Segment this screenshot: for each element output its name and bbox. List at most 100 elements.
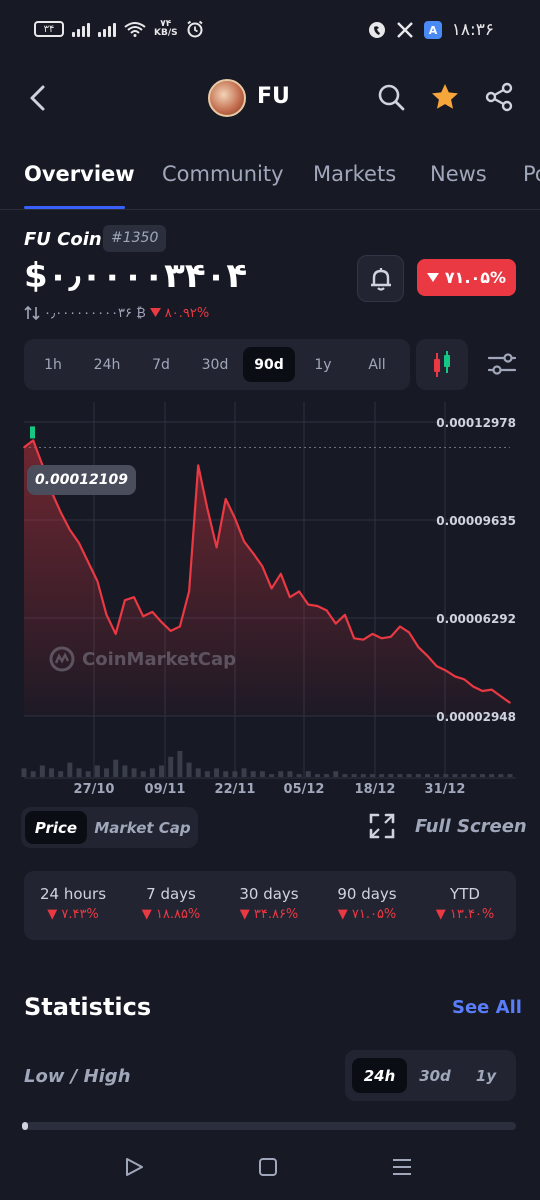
star-icon[interactable] [430, 82, 460, 112]
range-1h[interactable]: 1h [27, 347, 79, 382]
price-chart[interactable]: 0.00012978 0.00009635 0.00006292 0.00002948… [0, 400, 540, 800]
volume-bar [122, 765, 128, 777]
signal-icon-2 [98, 21, 116, 37]
volume-bar [452, 774, 458, 777]
price-point [105, 614, 108, 616]
full-screen-icon[interactable] [369, 813, 395, 839]
volume-bar [489, 774, 495, 777]
volume-bar [195, 768, 201, 777]
price-point [380, 637, 383, 640]
btc-change: ۸۰.۹۲% [164, 305, 210, 321]
full-screen-button[interactable]: Full Screen [415, 816, 527, 837]
price-point [179, 625, 181, 628]
price-point [463, 678, 465, 681]
volume-bar [232, 771, 238, 777]
y-tick-label: 0.00002948 [436, 710, 516, 724]
swap-icon[interactable] [24, 305, 40, 321]
range-30d[interactable]: 30d [189, 347, 241, 382]
rank-badge: #1350 [103, 225, 167, 252]
back-triangle-icon[interactable] [123, 1156, 145, 1178]
price-point [435, 665, 438, 667]
tab-overview[interactable]: Overview [24, 162, 135, 186]
tab-community[interactable]: Community [162, 162, 284, 186]
market-cap-mode-button[interactable]: Market Cap [91, 811, 194, 844]
price-point [509, 701, 511, 704]
price-point [69, 529, 71, 531]
btc-price-row: ۰٫۰۰۰۰۰۰۰۰۰۳۶ ₿ ۸۰.۹۲% [24, 305, 209, 321]
volume-bar [159, 765, 165, 777]
volume-bar [397, 774, 403, 777]
perf-7d: 7 days ▼ ۱۸.۸۵% [141, 885, 201, 922]
price-point [234, 517, 236, 519]
svg-text:A: A [428, 24, 437, 37]
candlestick-toggle-button[interactable] [416, 339, 468, 390]
x-icon [396, 22, 413, 38]
back-icon[interactable] [26, 84, 50, 112]
btc-price: ۰٫۰۰۰۰۰۰۰۰۰۳۶ ₿ [44, 306, 146, 321]
price-point [417, 646, 420, 648]
period-24h[interactable]: 24h [352, 1058, 407, 1093]
volume-bar [186, 762, 192, 777]
volume-bar [507, 774, 513, 777]
coin-symbol: FU [257, 84, 290, 109]
range-90d[interactable]: 90d [243, 347, 295, 382]
tab-portfolio[interactable]: Po [523, 162, 540, 186]
tab-news[interactable]: News [430, 162, 487, 186]
volume-bar [94, 765, 100, 777]
status-bar: ۳۴ ۷۴ KB/S A ۱۸:۳۶ [0, 0, 540, 60]
volume-bar [424, 774, 430, 777]
price-point [206, 507, 209, 510]
range-all[interactable]: All [351, 347, 403, 382]
volume-bar [406, 774, 412, 777]
sim-indicator: ۳۴ [34, 21, 64, 37]
price-point [362, 638, 365, 641]
start-price-label: 0.00012109 [27, 465, 136, 495]
period-1y[interactable]: 1y [463, 1058, 509, 1093]
price-point [78, 542, 80, 544]
price-mode-button[interactable]: Price [25, 811, 87, 844]
net-speed: ۷۴ KB/S [154, 19, 178, 38]
price-value: $۰٫۰۰۰۰۳۴۰۴ [24, 256, 248, 296]
price-alert-button[interactable] [357, 255, 404, 302]
recents-icon[interactable] [391, 1156, 413, 1178]
range-1y[interactable]: 1y [297, 347, 349, 382]
chart-settings-icon[interactable] [486, 348, 518, 380]
period-30d[interactable]: 30d [409, 1058, 461, 1093]
low-high-period-selector: 24h 30d 1y [345, 1050, 516, 1101]
see-all-link[interactable]: See All [452, 997, 522, 1018]
volume-bar [113, 759, 119, 777]
price-point [371, 633, 374, 635]
price-point [114, 633, 117, 635]
price-point [445, 669, 447, 672]
volume-bar [324, 774, 330, 777]
volume-bar [214, 768, 220, 777]
volume-bar [342, 774, 348, 777]
tab-markets[interactable]: Markets [313, 162, 396, 186]
volume-bar [333, 771, 339, 777]
volume-bar [104, 768, 110, 777]
y-tick-label: 0.00009635 [436, 514, 516, 528]
time-range-selector: 1h 24h 7d 30d 90d 1y All [24, 339, 410, 390]
x-tick-label: 31/12 [425, 782, 466, 797]
volume-bar [278, 771, 284, 777]
volume-bar [305, 771, 311, 777]
low-high-marker [22, 1122, 28, 1130]
down-triangle-icon [426, 273, 439, 282]
search-icon[interactable] [376, 82, 406, 112]
volume-bar [498, 774, 504, 777]
home-square-icon[interactable] [257, 1156, 279, 1178]
range-7d[interactable]: 7d [135, 347, 187, 382]
volume-bar [49, 768, 55, 777]
price-point [353, 637, 355, 640]
price-point [124, 599, 126, 601]
range-24h[interactable]: 24h [81, 347, 133, 382]
share-icon[interactable] [484, 82, 514, 112]
perf-ytd: YTD ▼ ۱۳.۴۰% [435, 885, 495, 922]
volume-bar [314, 774, 320, 777]
volume-bar [360, 774, 366, 777]
low-high-label: Low / High [24, 1066, 131, 1087]
down-triangle-icon: ▼ [239, 907, 254, 922]
volume-bar [415, 774, 421, 777]
perf-90d: 90 days ▼ ۷۱.۰۵% [337, 885, 397, 922]
price-point [252, 552, 255, 555]
